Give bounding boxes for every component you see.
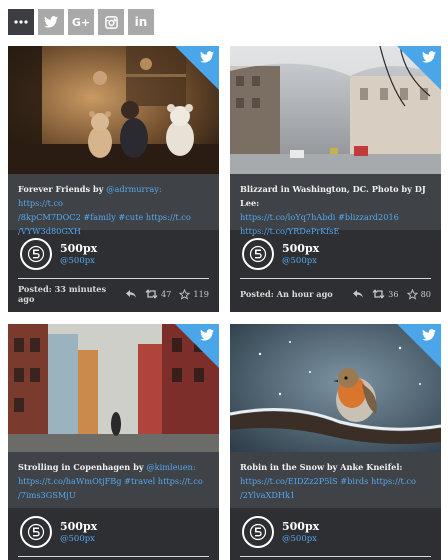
filter-all-button[interactable] <box>8 9 34 35</box>
google-plus-icon: G+ <box>71 15 91 29</box>
author-handle[interactable]: @500px <box>60 255 97 267</box>
post-text-line: Strolling in Copenhagen by @kimleuen: <box>18 462 196 472</box>
favorite-count: 80 <box>420 289 431 299</box>
post-text: Forever Friends by @adrmurray: https://t… <box>8 174 219 236</box>
post-link[interactable]: https://t.co/loYq7hAbdi #blizzard2016 <box>240 212 399 222</box>
social-post-card[interactable]: Strolling in Copenhagen by @kimleuen: ht… <box>8 324 219 560</box>
social-post-card[interactable]: Robin in the Snow by Anke Kneifel: https… <box>230 324 441 560</box>
filter-google-plus-button[interactable]: G+ <box>68 9 94 35</box>
retweet-count: 36 <box>388 289 399 299</box>
author-name[interactable]: 500px <box>282 242 319 255</box>
network-filter-bar: G+ in <box>8 9 154 35</box>
post-link[interactable]: /VYW3d80GXH <box>18 226 81 236</box>
retweet-icon <box>145 289 158 299</box>
divider <box>240 556 431 557</box>
avatar[interactable] <box>242 238 274 270</box>
retweet-button[interactable]: 36 <box>372 289 399 299</box>
author-handle[interactable]: @500px <box>60 533 97 545</box>
post-text-line: /8kpCM7DOC2 #family #cute https://t.co <box>18 210 209 224</box>
post-meta: Posted: An hour ago 36 80 <box>230 279 441 309</box>
favorite-button[interactable]: 80 <box>406 288 431 300</box>
retweet-count: 47 <box>160 289 172 299</box>
avatar[interactable] <box>20 238 52 270</box>
post-text: Strolling in Copenhagen by @kimleuen: ht… <box>8 452 219 508</box>
post-text-line: https://t.co/haWmOtjFBg #travel https://… <box>18 474 209 488</box>
post-link[interactable]: /7ims3GSMjU <box>18 490 76 500</box>
reply-icon <box>125 290 136 298</box>
500px-logo-icon <box>27 245 45 263</box>
linkedin-icon: in <box>134 15 148 29</box>
favorite-button[interactable]: 119 <box>179 288 209 300</box>
filter-instagram-button[interactable] <box>98 9 124 35</box>
boy-with-teddy-bears-photo[interactable] <box>8 46 219 174</box>
post-author[interactable]: 500px @500px <box>8 508 219 556</box>
post-author[interactable]: 500px @500px <box>230 508 441 556</box>
twitter-icon <box>200 51 214 63</box>
author-name[interactable]: 500px <box>60 242 97 255</box>
favorite-count: 119 <box>193 289 209 299</box>
twitter-icon <box>422 51 436 63</box>
snowy-street-photo[interactable] <box>230 46 441 174</box>
reply-button[interactable] <box>352 289 364 299</box>
author-name[interactable]: 500px <box>282 520 319 533</box>
reply-icon <box>353 290 364 298</box>
retweet-icon <box>372 289 385 299</box>
post-text-line: Forever Friends by @adrmurray: https://t… <box>18 184 162 208</box>
filter-twitter-button[interactable] <box>38 9 64 35</box>
filter-linkedin-button[interactable]: in <box>128 9 154 35</box>
robin-in-snow-photo[interactable] <box>230 324 441 452</box>
500px-logo-icon <box>27 523 45 541</box>
twitter-icon <box>200 329 214 341</box>
post-text-line: /2YlvaXDHk1 <box>240 488 431 502</box>
post-link[interactable]: /8kpCM7DOC2 #family #cute https://t.co <box>18 212 191 222</box>
divider <box>18 556 209 557</box>
instagram-icon <box>104 15 118 29</box>
post-link[interactable]: https://t.co/YRDePrKfsE <box>240 226 339 236</box>
more-icon <box>14 20 28 24</box>
author-handle[interactable]: @500px <box>282 533 319 545</box>
author-name[interactable]: 500px <box>60 520 97 533</box>
copenhagen-street-photo[interactable] <box>8 324 219 452</box>
post-text: Robin in the Snow by Anke Kneifel: https… <box>230 452 441 508</box>
post-timestamp: Posted: An hour ago <box>240 289 333 299</box>
star-icon <box>406 288 418 300</box>
twitter-icon <box>44 16 58 28</box>
avatar[interactable] <box>242 516 274 548</box>
post-meta: Posted: 33 minutes ago 47 119 <box>8 279 219 309</box>
post-text-line: Robin in the Snow by Anke Kneifel: <box>240 462 403 472</box>
post-text-line: /7ims3GSMjU <box>18 488 209 502</box>
500px-logo-icon <box>249 245 267 263</box>
avatar[interactable] <box>20 516 52 548</box>
star-icon <box>179 288 191 300</box>
post-text-line: Blizzard in Washington, DC. Photo by DJ … <box>240 184 426 208</box>
social-post-card[interactable]: Blizzard in Washington, DC. Photo by DJ … <box>230 46 441 312</box>
post-timestamp: Posted: 33 minutes ago <box>18 284 107 304</box>
reply-button[interactable] <box>125 289 137 299</box>
post-link[interactable]: https://t.co/haWmOtjFBg #travel https://… <box>18 476 203 486</box>
500px-logo-icon <box>249 523 267 541</box>
post-link[interactable]: /2YlvaXDHk1 <box>240 490 295 500</box>
post-link[interactable]: @kimleuen: <box>146 462 195 472</box>
post-text: Blizzard in Washington, DC. Photo by DJ … <box>230 174 441 236</box>
social-post-card[interactable]: Forever Friends by @adrmurray: https://t… <box>8 46 219 312</box>
post-text-line: https://t.co/EIDZz2P5lS #birds https://t… <box>240 474 431 488</box>
post-text-line: https://t.co/loYq7hAbdi #blizzard2016 <box>240 210 431 224</box>
retweet-button[interactable]: 47 <box>145 289 171 299</box>
twitter-icon <box>422 329 436 341</box>
author-handle[interactable]: @500px <box>282 255 319 267</box>
post-link[interactable]: https://t.co/EIDZz2P5lS #birds https://t… <box>240 476 416 486</box>
